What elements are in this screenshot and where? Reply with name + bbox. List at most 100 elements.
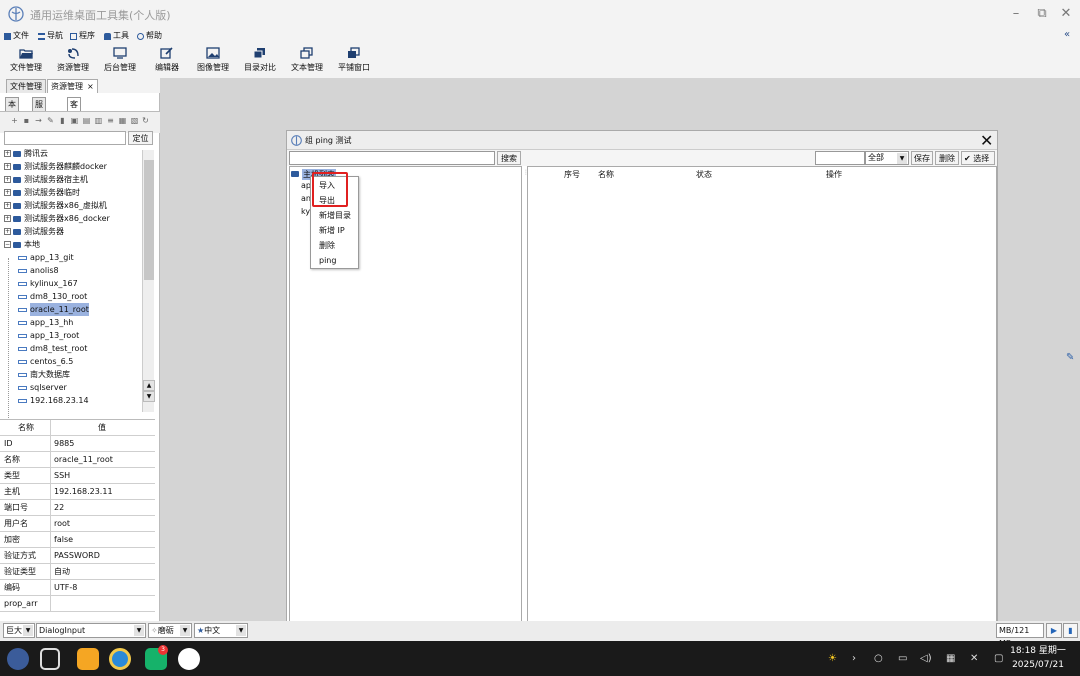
table-row[interactable]: 主机 192.168.23.11 [0,484,155,500]
clock[interactable]: 18:18 星期一 2025/07/21 [1000,644,1076,672]
table-row[interactable]: 验证类型 自动 [0,564,155,580]
toolbar-resource-manager[interactable]: 资源管理 [53,44,93,78]
toolbar-editor[interactable]: 编辑器 [147,44,187,78]
tree-node[interactable]: anolis8 [4,264,59,277]
menu-program[interactable]: 程序 [70,28,95,44]
locate-button[interactable]: 定位 [128,131,153,145]
table-row[interactable]: 验证方式 PASSWORD [0,548,155,564]
expand-icon[interactable]: + [4,176,11,183]
tree-node[interactable]: + 测试服务器临时 [4,186,80,199]
expand-icon[interactable]: + [4,189,11,196]
tab-server[interactable]: 服务端 [32,97,46,135]
close-tab-icon[interactable]: × [87,82,94,91]
tree-node[interactable]: kylinux_167 [4,277,78,290]
tree-node[interactable]: app_13_git [4,251,74,264]
tree-node[interactable]: dm8_130_root [4,290,87,303]
delete-icon[interactable]: ▮ [58,116,67,125]
filter-select[interactable]: 全部 ▼ [865,151,909,165]
paste-icon[interactable]: ▦ [118,116,127,125]
toolbar-image-manager[interactable]: 图像管理 [193,44,233,78]
tab-resource-manager[interactable]: 资源管理 × [47,79,98,93]
toolbar-tile-windows[interactable]: 平铺窗口 [334,44,374,78]
tree-item[interactable]: ky [301,207,310,216]
trash-icon[interactable]: ▮ [1063,623,1078,638]
select-button[interactable]: ✔ 选择 [961,151,995,165]
rename-icon[interactable]: ▥ [94,116,103,125]
move-icon[interactable]: ▤ [82,116,91,125]
language-select[interactable]: ★中文 ▼ [194,623,248,638]
add-icon[interactable]: + [10,116,19,125]
menu-item-new-ip[interactable]: 新增 IP [319,223,345,238]
tree-node[interactable]: 南大数据库 [4,368,70,381]
copy-icon[interactable]: ▣ [70,116,79,125]
filter-input[interactable] [815,151,865,165]
tree-node[interactable]: app_13_root [4,329,79,342]
tab-local[interactable]: 本地 [5,97,19,122]
wrench-icon[interactable]: ✎ [1066,352,1074,363]
refresh-icon[interactable]: ↻ [141,116,150,125]
browser-icon[interactable] [109,648,131,670]
table-row[interactable]: ID 9885 [0,436,155,452]
tree-node[interactable]: − 本地 [4,238,40,251]
font-select[interactable]: DialogInput ▼ [36,623,146,638]
expand-icon[interactable]: + [4,150,11,157]
tree-node[interactable]: + 测试服务器x86_docker [4,212,110,225]
volume-icon[interactable]: ◁) [920,653,932,664]
table-row[interactable]: 端口号 22 [0,500,155,516]
tree-node[interactable]: + 测试服务器宿主机 [4,173,88,186]
delete-button[interactable]: 删除 [935,151,959,165]
theme-select[interactable]: ✧磨砺 ▼ [148,623,192,638]
scroll-down-icon[interactable]: ▼ [143,391,155,402]
table-row[interactable]: 加密 false [0,532,155,548]
tab-client[interactable]: 客户端 [67,97,81,135]
ops-tool-icon[interactable] [178,648,200,670]
tree-node[interactable]: 192.168.23.14 [4,394,89,407]
tree-node[interactable]: + 测试服务器x86_虚拟机 [4,199,107,212]
menu-item-delete[interactable]: 删除 [319,238,335,253]
table-row[interactable]: 名称 oracle_11_root [0,452,155,468]
table-row[interactable]: 编码 UTF-8 [0,580,155,596]
collapse-icon[interactable]: « [1064,29,1070,40]
export-icon[interactable]: ▧ [130,116,139,125]
import-icon[interactable]: → [34,116,43,125]
collapse-icon[interactable]: − [4,241,11,248]
menu-tools[interactable]: 工具 [104,28,129,44]
filter-icon[interactable]: ≡ [106,116,115,125]
scrollbar-thumb[interactable] [144,160,154,280]
tree-node[interactable]: + 测试服务器麒麟docker [4,160,107,173]
table-row[interactable]: prop_arr [0,596,155,612]
chevron-right-icon[interactable]: › [852,653,856,664]
size-select[interactable]: 巨大 ▼ [3,623,35,638]
locate-input[interactable] [4,131,126,145]
restore-icon[interactable]: ⧉ [1032,5,1052,23]
display-icon[interactable]: ▭ [898,653,907,664]
close-window-icon[interactable]: ✕ [1056,5,1076,23]
search-button[interactable]: 搜索 [497,151,521,165]
expand-icon[interactable]: + [4,163,11,170]
save-button[interactable]: 保存 [911,151,933,165]
close-dialog-icon[interactable]: ✕ [980,131,993,150]
toolbar-backend-manager[interactable]: 后台管理 [100,44,140,78]
keyboard-icon[interactable]: ▦ [946,653,955,664]
toolbar-dir-compare[interactable]: 目录对比 [240,44,280,78]
expand-icon[interactable]: + [4,202,11,209]
toolbar-text-manager[interactable]: 文本管理 [287,44,327,78]
menu-navigate[interactable]: 导航 [38,28,63,44]
new-folder-icon[interactable]: ▪ [22,116,31,125]
tree-node[interactable]: app_13_hh [4,316,73,329]
expand-icon[interactable]: + [4,215,11,222]
brightness-icon[interactable]: ☀ [828,653,837,664]
menu-help[interactable]: 帮助 [137,28,162,44]
search-icon[interactable]: ○ [874,653,883,664]
launcher-icon[interactable] [7,648,29,670]
tab-file-manager[interactable]: 文件管理 [6,79,46,93]
search-input[interactable] [289,151,495,165]
tree-node[interactable]: + 腾讯云 [4,147,48,160]
play-icon[interactable]: ▶ [1046,623,1062,638]
tree-node[interactable]: + 测试服务器 [4,225,64,238]
menu-file[interactable]: 文件 [4,28,29,44]
tree-node[interactable]: centos_6.5 [4,355,73,368]
tree-node[interactable]: dm8_test_root [4,342,87,355]
toolbar-file-manager[interactable]: 文件管理 [6,44,46,78]
minimize-icon[interactable]: – [1006,5,1026,23]
